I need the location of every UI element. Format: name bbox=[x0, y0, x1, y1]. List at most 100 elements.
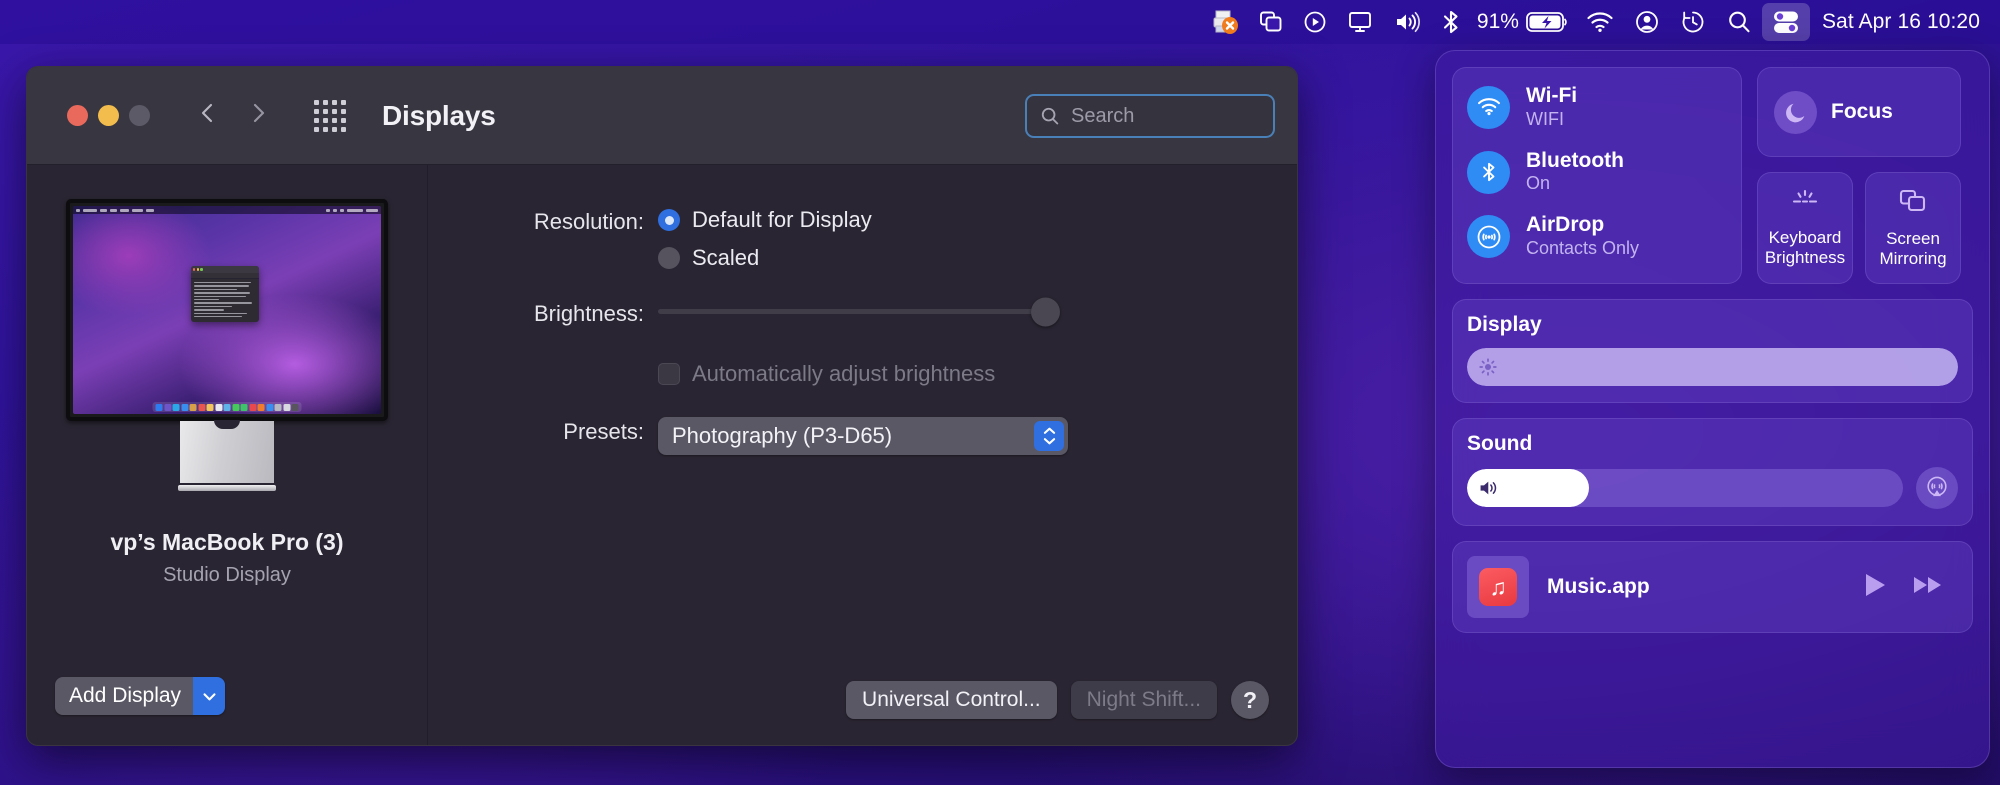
focus-control[interactable]: Focus bbox=[1757, 67, 1961, 157]
studio-display-mockup bbox=[66, 199, 388, 491]
add-display-label: Add Display bbox=[55, 677, 194, 715]
control-center-top-right: Focus Keyboard Brightness Screen Mirrori… bbox=[1757, 67, 1961, 284]
time-machine-icon[interactable] bbox=[1670, 3, 1716, 41]
radio-indicator-scaled[interactable] bbox=[658, 247, 680, 269]
screen-mirroring-line2: Mirroring bbox=[1879, 249, 1947, 268]
bluetooth-control[interactable]: Bluetooth On bbox=[1467, 149, 1727, 196]
bluetooth-subtitle: On bbox=[1526, 173, 1551, 194]
stepper-updown-icon[interactable] bbox=[1034, 421, 1064, 451]
display-section-title: Display bbox=[1467, 313, 1542, 336]
window-action-buttons: Universal Control... Night Shift... ? bbox=[846, 681, 1269, 719]
control-center-icon[interactable] bbox=[1761, 3, 1810, 41]
keyboard-brightness-line2: Brightness bbox=[1764, 248, 1846, 267]
search-icon bbox=[1039, 105, 1061, 127]
universal-control-button[interactable]: Universal Control... bbox=[846, 681, 1057, 719]
music-app-icon: ♫ bbox=[1479, 568, 1517, 606]
radio-indicator-default[interactable] bbox=[658, 209, 680, 231]
back-icon[interactable] bbox=[196, 101, 220, 130]
brightness-slider[interactable] bbox=[658, 297, 1060, 326]
preview-dock bbox=[152, 402, 302, 412]
control-center-panel: Wi-Fi WIFI Bluetooth On AirDrop Contacts… bbox=[1435, 50, 1990, 768]
show-all-grid-icon[interactable] bbox=[314, 99, 346, 132]
volume-icon[interactable] bbox=[1383, 3, 1431, 41]
add-display-button[interactable]: Add Display bbox=[55, 677, 226, 715]
auto-brightness-checkbox-group[interactable]: Automatically adjust brightness bbox=[658, 361, 995, 387]
resolution-row: Resolution: Default for Display Scaled bbox=[428, 207, 1297, 271]
menubar-clock[interactable]: Sat Apr 16 10:20 bbox=[1810, 10, 1986, 34]
presets-label: Presets: bbox=[563, 419, 644, 444]
maximize-button[interactable] bbox=[129, 105, 150, 126]
presets-dropdown[interactable]: Photography (P3-D65) bbox=[658, 417, 1068, 455]
music-app-tile[interactable]: ♫ bbox=[1467, 556, 1529, 618]
preview-menubar bbox=[73, 206, 381, 214]
brightness-slider-knob[interactable] bbox=[1031, 297, 1060, 326]
screen-mirroring-icon[interactable] bbox=[1337, 3, 1383, 41]
connectivity-card: Wi-Fi WIFI Bluetooth On AirDrop Contacts… bbox=[1452, 67, 1742, 284]
sound-row bbox=[1467, 467, 1958, 509]
stage-manager-icon[interactable] bbox=[1249, 3, 1293, 41]
window-controls bbox=[67, 105, 150, 126]
wifi-icon[interactable] bbox=[1576, 3, 1624, 41]
focus-label: Focus bbox=[1831, 100, 1893, 123]
airdrop-control[interactable]: AirDrop Contacts Only bbox=[1467, 213, 1727, 260]
spotlight-search-icon[interactable] bbox=[1716, 3, 1762, 41]
presets-row: Presets: Photography (P3-D65) bbox=[428, 417, 1297, 455]
search-placeholder: Search bbox=[1071, 104, 1135, 127]
displays-preference-window: Displays Search vp’s MacBook Pro (3) Stu… bbox=[26, 66, 1298, 746]
brightness-label: Brightness: bbox=[533, 301, 644, 326]
next-track-button[interactable] bbox=[1912, 571, 1944, 604]
night-shift-button: Night Shift... bbox=[1070, 681, 1217, 719]
play-circle-icon[interactable] bbox=[1293, 3, 1337, 41]
control-center-top-row: Wi-Fi WIFI Bluetooth On AirDrop Contacts… bbox=[1452, 67, 1973, 284]
display-brightness-slider[interactable] bbox=[1467, 348, 1958, 386]
display-model: Studio Display bbox=[163, 564, 291, 586]
sound-section-title: Sound bbox=[1467, 432, 1533, 455]
chevron-down-icon[interactable] bbox=[193, 677, 226, 715]
control-center-tiles: Keyboard Brightness Screen Mirroring bbox=[1757, 172, 1961, 284]
display-bezel bbox=[66, 199, 388, 421]
menu-bar: 91% Sat Apr 16 10:20 bbox=[0, 0, 2000, 44]
keyboard-brightness-icon bbox=[1789, 188, 1821, 219]
battery-status[interactable]: 91% bbox=[1471, 10, 1576, 34]
radio-scaled[interactable]: Scaled bbox=[658, 245, 872, 271]
navigation-arrows bbox=[196, 101, 270, 130]
bluetooth-icon[interactable] bbox=[1467, 150, 1510, 194]
user-account-icon[interactable] bbox=[1624, 3, 1670, 41]
music-controls bbox=[1862, 571, 1958, 604]
search-field[interactable]: Search bbox=[1025, 94, 1275, 138]
printer-stopped-icon[interactable] bbox=[1203, 3, 1249, 41]
sound-section: Sound bbox=[1452, 418, 1973, 526]
sound-volume-slider[interactable] bbox=[1467, 469, 1903, 507]
wifi-subtitle: WIFI bbox=[1526, 108, 1564, 129]
auto-brightness-checkbox[interactable] bbox=[658, 363, 680, 385]
help-button[interactable]: ? bbox=[1231, 681, 1269, 719]
bluetooth-icon[interactable] bbox=[1431, 3, 1471, 41]
display-preview-pane: vp’s MacBook Pro (3) Studio Display Add … bbox=[27, 165, 428, 745]
sound-volume-fill bbox=[1467, 469, 1590, 507]
keyboard-brightness-tile[interactable]: Keyboard Brightness bbox=[1757, 172, 1853, 284]
display-screen-content bbox=[73, 206, 381, 414]
play-button[interactable] bbox=[1862, 571, 1888, 604]
presets-value: Photography (P3-D65) bbox=[672, 423, 893, 448]
moon-icon[interactable] bbox=[1774, 90, 1817, 134]
keyboard-brightness-label: Keyboard Brightness bbox=[1765, 228, 1845, 268]
wifi-icon[interactable] bbox=[1467, 85, 1510, 129]
display-stand-neck bbox=[180, 421, 274, 483]
brightness-row: Brightness: bbox=[428, 297, 1297, 327]
forward-icon[interactable] bbox=[246, 101, 270, 130]
preview-text-window bbox=[191, 266, 259, 322]
airdrop-icon[interactable] bbox=[1467, 215, 1510, 259]
radio-default-for-display[interactable]: Default for Display bbox=[658, 207, 872, 233]
auto-brightness-spacer bbox=[428, 361, 658, 363]
minimize-button[interactable] bbox=[98, 105, 119, 126]
screen-mirroring-tile[interactable]: Screen Mirroring bbox=[1865, 172, 1961, 284]
wifi-control[interactable]: Wi-Fi WIFI bbox=[1467, 84, 1727, 131]
close-button[interactable] bbox=[67, 105, 88, 126]
display-stand-base bbox=[178, 485, 276, 491]
screen-mirroring-line1: Screen bbox=[1886, 228, 1940, 248]
keyboard-brightness-line1: Keyboard bbox=[1768, 227, 1842, 247]
resolution-label: Resolution: bbox=[533, 209, 644, 234]
sound-airplay-button[interactable] bbox=[1916, 467, 1958, 509]
radio-label-default: Default for Display bbox=[692, 207, 872, 232]
airdrop-title: AirDrop bbox=[1526, 213, 1605, 237]
